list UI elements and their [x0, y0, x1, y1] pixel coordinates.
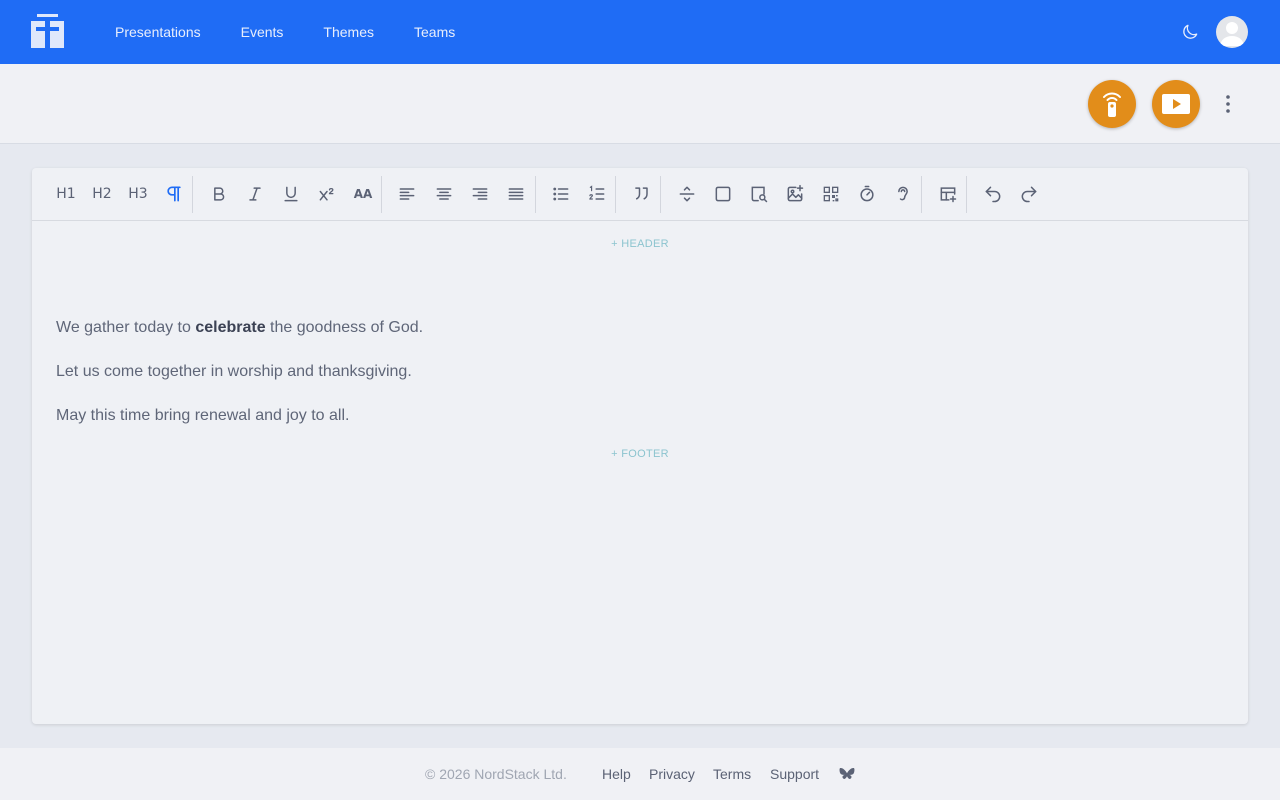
- editor-toolbar: H1 H2 H3 AA: [32, 168, 1248, 221]
- underline-button[interactable]: [279, 182, 303, 206]
- nav-teams[interactable]: Teams: [414, 24, 455, 40]
- heading-3-button[interactable]: H3: [126, 182, 150, 206]
- paragraph-3[interactable]: May this time bring renewal and joy to a…: [56, 407, 349, 425]
- heading-1-button[interactable]: H1: [54, 182, 78, 206]
- qr-code-button[interactable]: [819, 182, 843, 206]
- toolbar-divider: [535, 176, 536, 213]
- align-left-button[interactable]: [395, 182, 419, 206]
- footer-link-support[interactable]: Support: [770, 766, 819, 782]
- scripture-search-button[interactable]: [747, 182, 771, 206]
- nav-presentations[interactable]: Presentations: [115, 24, 201, 40]
- toolbar-divider: [381, 176, 382, 213]
- toolbar-divider: [966, 176, 967, 213]
- paragraph-1-bold-text: celebrate: [195, 319, 266, 336]
- top-nav: Presentations Events Themes Teams: [0, 0, 1280, 64]
- font-size-label: AA: [353, 187, 373, 201]
- align-left-icon: [399, 188, 415, 200]
- align-right-button[interactable]: [468, 182, 492, 206]
- superscript-icon: [319, 187, 334, 201]
- nav-themes[interactable]: Themes: [323, 24, 374, 40]
- app-logo-icon[interactable]: [31, 14, 64, 48]
- underline-icon: [284, 186, 298, 202]
- undo-button[interactable]: [981, 182, 1005, 206]
- bluesky-butterfly-icon[interactable]: [838, 765, 856, 783]
- redo-icon: [1021, 186, 1037, 203]
- toolbar-divider: [192, 176, 193, 213]
- main-nav: Presentations Events Themes Teams: [115, 0, 495, 64]
- page-footer: © 2026 NordStack Ltd. Help Privacy Terms…: [0, 748, 1280, 800]
- user-avatar-icon: [1220, 22, 1244, 46]
- editor-card: H1 H2 H3 AA + HEADER We gather today to …: [32, 168, 1248, 724]
- italic-button[interactable]: [243, 182, 267, 206]
- toolbar-divider: [615, 176, 616, 213]
- qr-code-icon: [823, 186, 839, 202]
- toolbar-divider: [660, 176, 661, 213]
- book-search-icon: [751, 186, 768, 203]
- paragraph-1-text-start: We gather today to: [56, 319, 196, 336]
- remote-control-icon: [1103, 92, 1121, 117]
- align-center-icon: [436, 188, 452, 200]
- heading-1-label: H1: [56, 186, 76, 202]
- divider-button[interactable]: [675, 182, 699, 206]
- play-video-icon: [1162, 94, 1190, 114]
- footer-link-terms[interactable]: Terms: [713, 766, 751, 782]
- heading-3-label: H3: [128, 186, 148, 202]
- image-add-icon: [787, 184, 804, 202]
- footer-link-privacy[interactable]: Privacy: [649, 766, 695, 782]
- nav-events[interactable]: Events: [241, 24, 284, 40]
- copyright-text: © 2026 NordStack Ltd.: [425, 766, 567, 782]
- paragraph-1[interactable]: We gather today to celebrate the goodnes…: [56, 319, 423, 337]
- insert-image-button[interactable]: [783, 182, 807, 206]
- paragraph-2[interactable]: Let us come together in worship and than…: [56, 363, 412, 381]
- hearing-assist-button[interactable]: [891, 182, 915, 206]
- footer-link-help[interactable]: Help: [602, 766, 631, 782]
- present-button[interactable]: [1152, 80, 1200, 128]
- user-avatar[interactable]: [1216, 16, 1248, 48]
- redo-button[interactable]: [1017, 182, 1041, 206]
- box-button[interactable]: [711, 182, 735, 206]
- action-bar: [0, 64, 1280, 144]
- align-center-button[interactable]: [432, 182, 456, 206]
- justify-icon: [508, 188, 524, 200]
- paragraph-icon: [167, 186, 181, 202]
- more-options-icon[interactable]: [1218, 94, 1238, 114]
- numbered-list-icon: [589, 185, 605, 200]
- heading-2-button[interactable]: H2: [90, 182, 114, 206]
- align-right-icon: [472, 188, 488, 200]
- remote-control-button[interactable]: [1088, 80, 1136, 128]
- paragraph-1-text-end: the goodness of God.: [265, 319, 424, 336]
- font-size-button[interactable]: AA: [351, 182, 375, 206]
- toolbar-divider: [921, 176, 922, 213]
- undo-icon: [985, 186, 1001, 203]
- square-icon: [715, 186, 731, 202]
- dark-mode-moon-icon[interactable]: [1180, 22, 1200, 42]
- add-footer-link[interactable]: + FOOTER: [32, 448, 1248, 460]
- justify-button[interactable]: [504, 182, 528, 206]
- bullet-list-icon: [553, 187, 569, 201]
- stopwatch-icon: [860, 185, 874, 202]
- paragraph-button[interactable]: [162, 182, 186, 206]
- bold-button[interactable]: [207, 182, 231, 206]
- blockquote-button[interactable]: [630, 182, 654, 206]
- insert-table-button[interactable]: [936, 182, 960, 206]
- superscript-button[interactable]: [315, 182, 339, 206]
- horizontal-rule-icon: [679, 186, 695, 202]
- heading-2-label: H2: [92, 186, 112, 202]
- quote-icon: [635, 187, 648, 200]
- add-header-link[interactable]: + HEADER: [32, 238, 1248, 250]
- ear-icon: [898, 186, 908, 201]
- numbered-list-button[interactable]: [585, 182, 609, 206]
- timer-button[interactable]: [855, 182, 879, 206]
- bold-icon: [214, 187, 225, 201]
- bullet-list-button[interactable]: [549, 182, 573, 206]
- italic-icon: [249, 187, 261, 201]
- table-add-icon: [940, 187, 957, 203]
